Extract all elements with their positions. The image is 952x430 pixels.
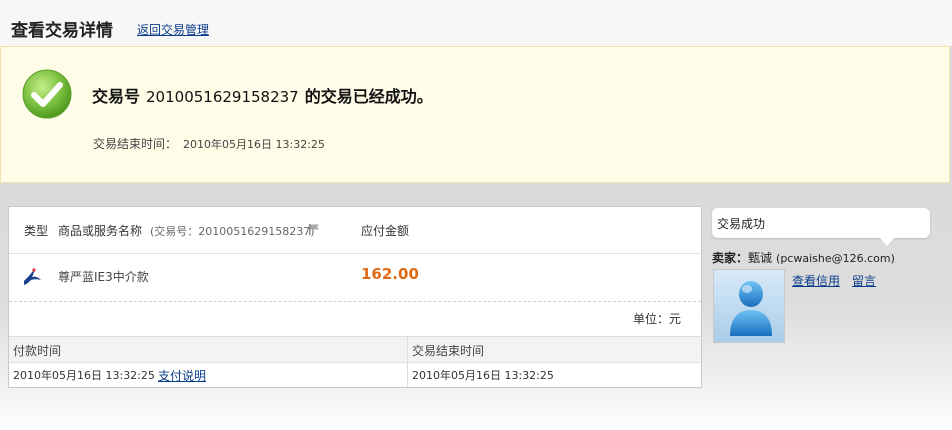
column-item-name: 商品或服务名称 — [58, 224, 143, 238]
column-type: 类型 — [24, 224, 49, 238]
item-divider — [9, 301, 701, 302]
status-bubble: 交易成功 — [712, 208, 930, 246]
success-check-icon — [22, 69, 72, 119]
end-time-line: 交易结束时间： 2010年05月16日 13:32:25 — [93, 135, 325, 152]
seller-label: 卖家： — [712, 251, 749, 265]
unit-label: 单位：元 — [632, 312, 681, 326]
end-time-label: 交易结束时间： — [93, 137, 178, 151]
view-credit-link[interactable]: 查看信用 — [792, 272, 840, 289]
success-message: 交易号 2010051629158237 的交易已经成功。 — [92, 83, 433, 107]
trade-no: 2010051629158237 — [146, 88, 299, 106]
success-suffix: 的交易已经成功。 — [304, 87, 433, 106]
trade-no-prefix: 交易号 — [92, 87, 141, 106]
header-divider — [9, 253, 701, 254]
end-time-value: 2010年05月16日 13:32:25 — [183, 138, 325, 151]
column-trade-no: (交易号：2010051629158237) — [150, 225, 315, 238]
leave-message-link[interactable]: 留言 — [852, 272, 876, 289]
trade-status: 交易成功 — [717, 217, 766, 231]
top-bar: 查看交易详情 返回交易管理 — [0, 0, 952, 46]
seller-email: (pcwaishe@126.com) — [776, 252, 895, 265]
swallow-icon — [24, 268, 41, 285]
seller-avatar — [713, 269, 785, 343]
flag-icon[interactable] — [308, 223, 320, 235]
item-amount: 162.00 — [361, 265, 419, 283]
item-name[interactable]: 尊严蓝IE3中介款 — [58, 268, 149, 285]
column-amount: 应付金额 — [361, 224, 410, 238]
page-title: 查看交易详情 — [11, 21, 113, 41]
seller-info: 卖家：甄诚 (pcwaishe@126.com) — [712, 249, 895, 266]
trade-end-time-header: 交易结束时间 — [412, 344, 485, 358]
column-divider — [407, 336, 408, 387]
user-icon — [730, 281, 772, 336]
payment-explain-link[interactable]: 支付说明 — [158, 367, 206, 384]
trade-end-time-value: 2010年05月16日 13:32:25 — [412, 369, 554, 382]
trade-detail-table: 类型 商品或服务名称 (交易号：2010051629158237) 应付金额 尊… — [8, 206, 702, 388]
payment-time-value: 2010年05月16日 13:32:25 — [13, 369, 155, 382]
payment-time-header: 付款时间 — [13, 344, 62, 358]
seller-name: 甄诚 — [748, 251, 773, 265]
success-panel: 交易号 2010051629158237 的交易已经成功。 交易结束时间： 2010年… — [0, 46, 950, 183]
payment-header-row — [9, 336, 701, 363]
back-to-trade-management-link[interactable]: 返回交易管理 — [137, 21, 209, 38]
